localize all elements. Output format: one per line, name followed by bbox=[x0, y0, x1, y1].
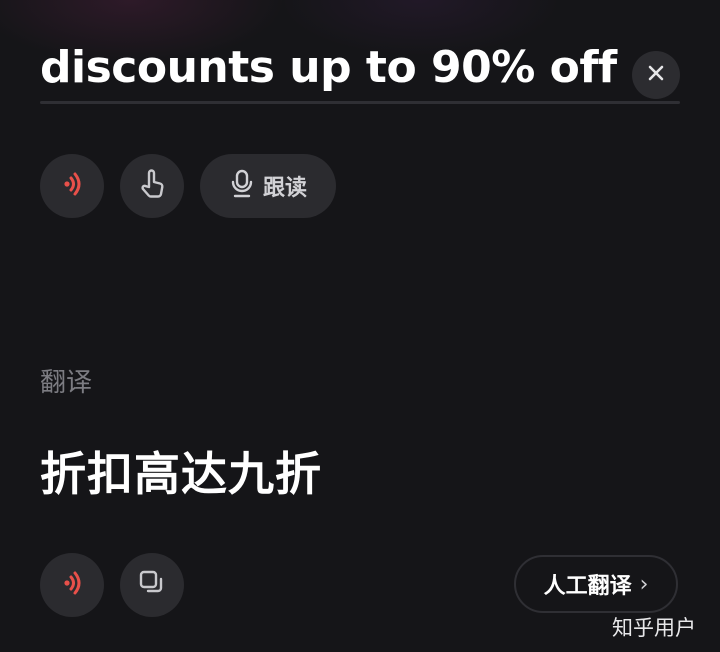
copy-translation-button[interactable] bbox=[120, 553, 184, 617]
follow-read-label: 跟读 bbox=[262, 176, 307, 201]
speaker-icon bbox=[57, 169, 87, 203]
human-translation-button[interactable]: 人工翻译 › bbox=[514, 555, 678, 613]
speaker-icon bbox=[57, 568, 87, 602]
translation-text: 折扣高达九折 bbox=[40, 447, 322, 501]
play-source-button[interactable] bbox=[40, 154, 104, 218]
microphone-icon bbox=[229, 168, 255, 204]
human-translation-label: 人工翻译 bbox=[543, 574, 632, 599]
play-translation-button[interactable] bbox=[40, 553, 104, 617]
close-icon bbox=[647, 64, 665, 86]
clear-button[interactable] bbox=[632, 51, 680, 99]
copy-icon bbox=[137, 568, 167, 602]
tap-lookup-button[interactable] bbox=[120, 154, 184, 218]
chevron-right-icon: › bbox=[639, 571, 649, 597]
source-input-underline bbox=[40, 101, 680, 104]
follow-read-button[interactable]: 跟读 bbox=[200, 154, 336, 218]
hand-pointer-icon bbox=[135, 167, 169, 205]
watermark: 知乎用户 bbox=[612, 616, 696, 640]
source-text-input[interactable] bbox=[40, 36, 620, 98]
translation-section-label: 翻译 bbox=[40, 368, 93, 398]
